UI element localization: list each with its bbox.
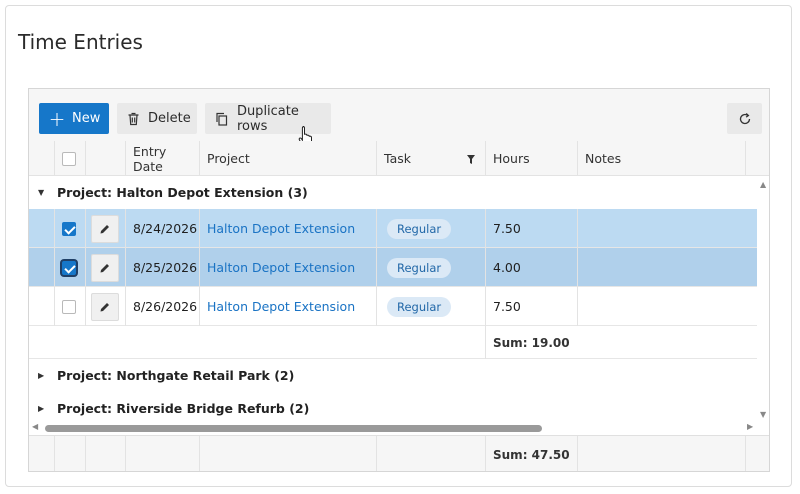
new-button[interactable]: + New (39, 103, 109, 134)
group-label: Project: Halton Depot Extension (3) (57, 185, 308, 200)
column-header-task[interactable]: Task (376, 141, 485, 176)
project-link[interactable]: Halton Depot Extension (199, 287, 376, 326)
group-row-northgate[interactable]: ▶ Project: Northgate Retail Park (2) (29, 359, 757, 392)
header-expander-column (29, 141, 54, 176)
select-all-checkbox[interactable] (62, 151, 76, 166)
trash-icon (127, 111, 140, 127)
group-label: Project: Northgate Retail Park (2) (57, 368, 295, 383)
header-select-all-cell (54, 141, 85, 176)
notes-cell[interactable] (577, 209, 757, 248)
group-row-riverside[interactable]: ▶ Project: Riverside Bridge Refurb (2) (29, 392, 757, 421)
horizontal-scroll-thumb[interactable] (45, 425, 542, 432)
group-label: Project: Riverside Bridge Refurb (2) (57, 401, 310, 416)
column-header-entry-date[interactable]: Entry Date (125, 141, 199, 176)
grid-toolbar: + New Delete Duplicate rows (29, 89, 769, 148)
pencil-icon (100, 302, 109, 311)
notes-cell[interactable] (577, 248, 757, 287)
hours-cell: 4.00 (485, 248, 577, 287)
row-select-cell (54, 209, 85, 248)
hours-cell: 7.50 (485, 287, 577, 326)
footer-cell (199, 436, 376, 471)
grid-footer-row: Sum: 47.50 (29, 435, 769, 471)
grid-body: ▼ Project: Halton Depot Extension (3) 8/… (29, 176, 769, 421)
notes-cell[interactable] (577, 287, 757, 326)
edit-row-button[interactable] (91, 253, 119, 282)
pencil-icon (100, 263, 109, 272)
filter-icon[interactable] (467, 152, 475, 167)
pencil-icon (100, 224, 109, 233)
entry-date-cell: 8/26/2026 (125, 287, 199, 326)
grid-header-row: Entry Date Project Task Hours Notes (29, 141, 769, 176)
hours-cell: 7.50 (485, 209, 577, 248)
column-header-notes[interactable]: Notes (577, 141, 745, 176)
task-cell: Regular (376, 287, 485, 326)
scroll-up-icon[interactable]: ▲ (760, 180, 766, 189)
caret-down-icon[interactable]: ▼ (38, 188, 44, 197)
delete-button-label: Delete (148, 111, 191, 126)
entry-date-cell: 8/24/2026 (125, 209, 199, 248)
column-header-hours[interactable]: Hours (485, 141, 577, 176)
task-cell: Regular (376, 209, 485, 248)
page-title: Time Entries (18, 30, 143, 54)
plus-icon: + (48, 106, 66, 131)
row-checkbox[interactable] (62, 260, 76, 275)
header-edit-column (85, 141, 125, 176)
footer-cell (577, 436, 745, 471)
task-badge: Regular (387, 296, 452, 317)
time-entries-card: Time Entries + New Delete Duplicate rows (5, 5, 792, 487)
column-header-task-label: Task (384, 151, 411, 166)
column-header-project[interactable]: Project (199, 141, 376, 176)
edit-row-button[interactable] (91, 214, 119, 243)
refresh-icon (737, 111, 753, 127)
task-badge: Regular (387, 257, 452, 278)
table-row[interactable]: 8/24/2026 Halton Depot Extension Regular… (29, 209, 757, 248)
footer-cell (54, 436, 85, 471)
caret-right-icon[interactable]: ▶ (38, 371, 44, 380)
delete-button[interactable]: Delete (117, 103, 197, 134)
project-link[interactable]: Halton Depot Extension (199, 209, 376, 248)
footer-cell (745, 436, 769, 471)
table-row[interactable]: 8/26/2026 Halton Depot Extension Regular… (29, 287, 757, 326)
project-link[interactable]: Halton Depot Extension (199, 248, 376, 287)
header-filler (745, 141, 769, 176)
task-badge: Regular (387, 218, 452, 239)
footer-hours-total: Sum: 47.50 (485, 436, 577, 471)
row-edit-cell (85, 248, 125, 287)
row-select-cell (54, 248, 85, 287)
edit-row-button[interactable] (91, 292, 119, 321)
table-row[interactable]: 8/25/2026 Halton Depot Extension Regular… (29, 248, 757, 287)
scroll-right-icon[interactable]: ▶ (747, 422, 753, 431)
footer-cell (125, 436, 199, 471)
group-sum-row: Sum: 19.00 (29, 326, 757, 359)
task-cell: Regular (376, 248, 485, 287)
row-select-cell (54, 287, 85, 326)
scroll-down-icon[interactable]: ▼ (760, 410, 766, 419)
group-hours-sum: Sum: 19.00 (485, 326, 577, 359)
row-checkbox[interactable] (62, 299, 76, 314)
copy-icon (215, 111, 229, 127)
refresh-button[interactable] (727, 103, 762, 134)
caret-right-icon[interactable]: ▶ (38, 404, 44, 413)
row-edit-cell (85, 287, 125, 326)
footer-cell (85, 436, 125, 471)
entry-date-cell: 8/25/2026 (125, 248, 199, 287)
new-button-label: New (72, 111, 101, 126)
row-edit-cell (85, 209, 125, 248)
time-entries-grid: + New Delete Duplicate rows Entry Date P… (28, 88, 770, 472)
group-row-halton[interactable]: ▼ Project: Halton Depot Extension (3) (29, 176, 757, 209)
horizontal-scrollbar[interactable]: ◀ ▶ (29, 421, 769, 435)
footer-cell (376, 436, 485, 471)
row-checkbox[interactable] (62, 221, 76, 236)
vertical-scrollbar[interactable]: ▲ ▼ (757, 176, 769, 421)
scroll-left-icon[interactable]: ◀ (32, 422, 38, 431)
